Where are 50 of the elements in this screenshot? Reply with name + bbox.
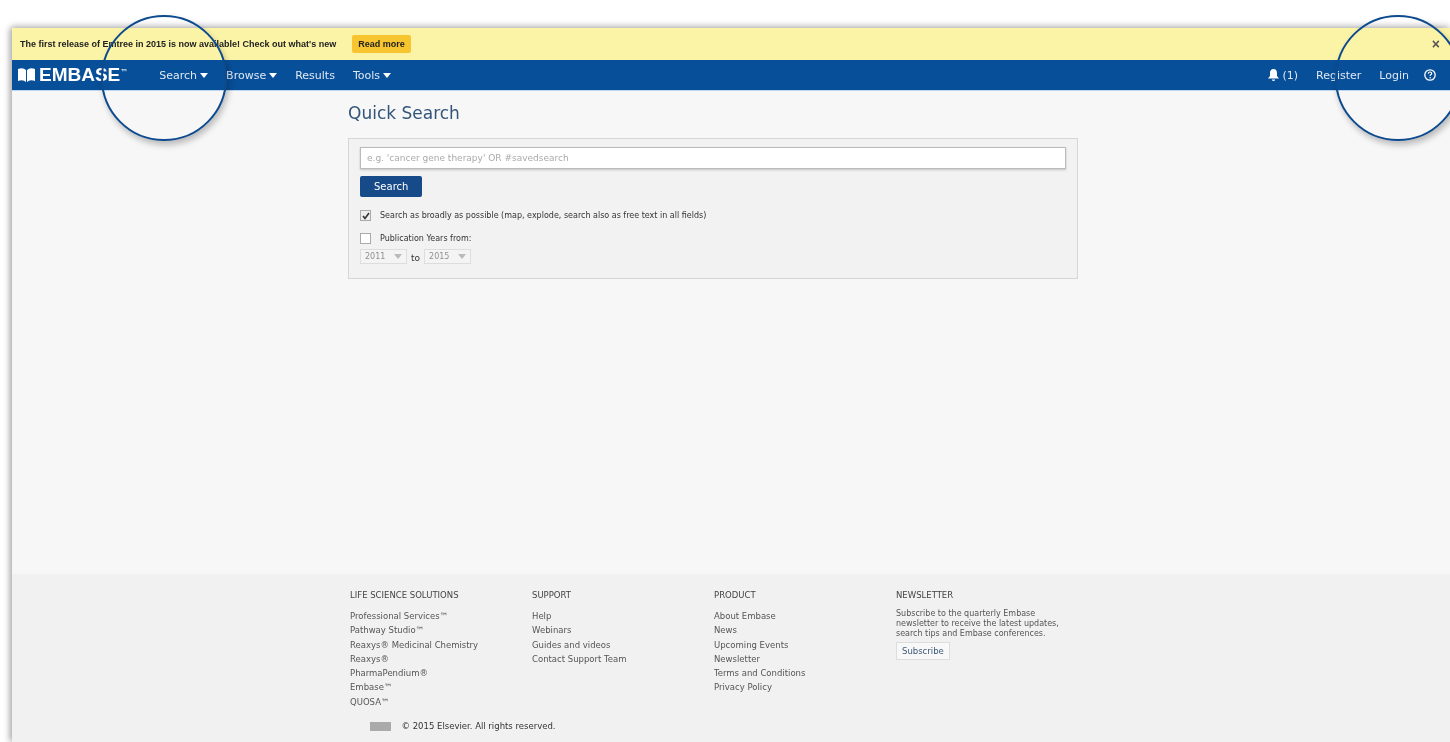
footer-link[interactable]: Help — [532, 609, 714, 624]
footer-link[interactable]: Reaxys® Medicinal Chemistry — [350, 637, 532, 652]
publisher-logo-icon — [370, 721, 392, 731]
footer-heading: NEWSLETTER — [896, 590, 955, 600]
nav-link[interactable]: Register — [1307, 68, 1371, 82]
footer-link[interactable]: Upcoming Events — [714, 637, 896, 652]
book-icon — [18, 68, 35, 82]
checkbox[interactable] — [360, 210, 371, 221]
copyright-text: © 2015 Elsevier. All rights reserved. — [401, 721, 556, 732]
nav-menu-item[interactable]: Results — [286, 68, 344, 82]
search-button[interactable]: Search — [360, 176, 423, 197]
caret-icon — [269, 72, 278, 78]
footer-link[interactable]: Professional Services™ — [350, 609, 532, 624]
footer-link[interactable]: Guides and videos — [532, 637, 714, 652]
newsletter-text: Subscribe to the quarterly Embase newsletter to receive the latest updates, search tips and Embase conferences. — [896, 609, 1060, 639]
nav-menu-item[interactable]: Tools — [343, 68, 400, 82]
footer-heading: LIFE SCIENCE SOLUTIONS — [350, 590, 460, 600]
footer-link[interactable]: Privacy Policy — [714, 680, 896, 695]
read-more-button[interactable]: Read more — [352, 35, 411, 53]
caret-icon — [394, 254, 402, 259]
footer-link[interactable]: Terms and Conditions — [714, 666, 896, 681]
subscribe-button[interactable]: Subscribe — [896, 642, 950, 660]
footer-link[interactable]: About Embase — [714, 609, 896, 624]
footer-link[interactable]: News — [714, 623, 896, 638]
footer-link[interactable]: Embase™ — [350, 680, 532, 695]
checkbox-label: Search as broadly as possible (map, explode, search also as free text in all fields) — [380, 211, 707, 220]
footer-link[interactable]: Reaxys® — [350, 651, 532, 667]
nav-menu-item[interactable]: Search — [150, 68, 218, 82]
footer-link[interactable]: QUOSA™ — [350, 694, 532, 710]
close-button[interactable]: × — [1429, 36, 1442, 52]
checkbox[interactable] — [360, 233, 371, 244]
nav-menu-item[interactable]: Browse — [217, 68, 287, 82]
footer-link[interactable]: Pathway Studio™ — [350, 623, 532, 638]
footer-link[interactable]: Newsletter — [714, 651, 896, 667]
bell-icon — [1268, 69, 1280, 81]
notifications-link[interactable]: (1) — [1259, 68, 1307, 82]
logo-link[interactable]: EMBASE$^{™}$ — [18, 64, 129, 86]
footer-link[interactable]: Webinars — [532, 623, 714, 638]
caret-icon — [383, 72, 391, 78]
page-title: Quick Search — [348, 103, 461, 123]
caret-icon — [200, 72, 209, 78]
footer-heading: PRODUCT — [714, 590, 757, 600]
footer-link[interactable]: Contact Support Team — [532, 651, 714, 667]
footer-heading: SUPPORT — [532, 590, 573, 600]
footer-link[interactable]: PharmaPendium® — [350, 666, 532, 681]
caret-icon — [458, 254, 467, 259]
search-field[interactable]: e.g. 'cancer gene therapy' OR #savedsearch — [360, 147, 1066, 169]
checkbox-label: Publication Years from: — [380, 234, 472, 243]
nav-link[interactable]: Login — [1370, 68, 1418, 82]
to-label: to — [411, 253, 421, 263]
